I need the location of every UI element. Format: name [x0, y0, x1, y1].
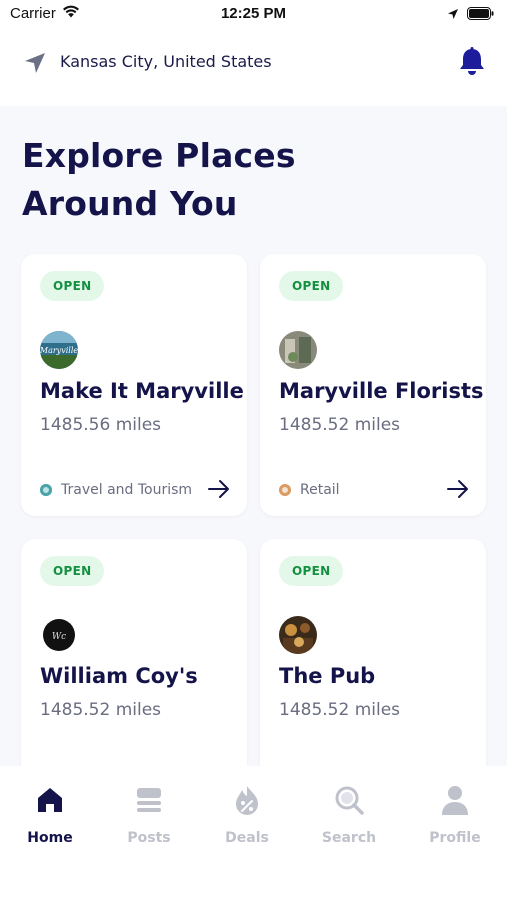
- place-card-make-it-maryville[interactable]: OPEN Maryville Make It Maryville 1485.56…: [21, 254, 247, 516]
- deals-icon: [197, 780, 297, 820]
- place-name: Maryville Florists: [279, 379, 484, 403]
- bottom-tab-bar: Home Posts Deals Search Profile: [0, 766, 507, 900]
- tab-label: Search: [321, 830, 377, 846]
- place-distance: 1485.56 miles: [40, 415, 162, 435]
- place-avatar: Wc: [43, 619, 75, 651]
- category-label: Travel and Tourism: [61, 482, 193, 498]
- navigation-arrow-icon[interactable]: [22, 50, 48, 80]
- arrow-right-icon[interactable]: [446, 478, 470, 504]
- place-avatar: Maryville: [40, 331, 78, 369]
- current-location[interactable]: Kansas City, United States: [60, 52, 272, 71]
- category-dot-icon: [279, 484, 291, 496]
- place-name: The Pub: [279, 664, 376, 688]
- place-name: William Coy's: [40, 664, 198, 688]
- tab-posts[interactable]: Posts: [99, 780, 199, 846]
- open-status-badge: OPEN: [279, 556, 344, 586]
- wifi-icon: [62, 5, 80, 22]
- place-category: Travel and Tourism: [40, 482, 192, 498]
- place-distance: 1485.52 miles: [40, 700, 162, 720]
- profile-icon: [405, 780, 505, 820]
- place-category: Retail: [279, 482, 340, 498]
- search-icon: [299, 780, 399, 820]
- tab-label: Home: [27, 830, 73, 846]
- location-arrow-icon: [447, 5, 459, 24]
- place-card-the-pub[interactable]: OPEN The Pub 1485.52 miles: [260, 539, 486, 766]
- svg-text:Maryville: Maryville: [40, 346, 78, 355]
- carrier-label: Carrier: [10, 5, 56, 22]
- category-dot-icon: [40, 484, 52, 496]
- notification-bell-icon[interactable]: [457, 46, 487, 82]
- place-name: Make It Maryville: [40, 379, 244, 403]
- place-avatar: [279, 616, 317, 654]
- status-left: Carrier: [10, 5, 80, 22]
- battery-icon: [467, 5, 495, 24]
- svg-text:Wc: Wc: [52, 632, 66, 642]
- posts-icon: [99, 780, 199, 820]
- open-status-badge: OPEN: [40, 271, 105, 301]
- place-avatar: [279, 331, 317, 369]
- location-header: Kansas City, United States: [0, 36, 507, 96]
- tab-label: Deals: [225, 830, 269, 846]
- status-bar: Carrier 12:25 PM: [0, 0, 507, 28]
- page-title-line-2: Around You: [22, 184, 238, 223]
- tab-home[interactable]: Home: [0, 780, 100, 846]
- explore-content: Explore Places Around You OPEN Maryville…: [0, 106, 507, 766]
- open-status-badge: OPEN: [279, 271, 344, 301]
- place-card-william-coys[interactable]: OPEN Wc William Coy's 1485.52 miles: [21, 539, 247, 766]
- tab-search[interactable]: Search: [299, 780, 399, 846]
- place-distance: 1485.52 miles: [279, 700, 401, 720]
- tab-label: Posts: [127, 830, 171, 846]
- open-status-badge: OPEN: [40, 556, 105, 586]
- page-title: Explore Places Around You: [22, 132, 296, 228]
- arrow-right-icon[interactable]: [207, 478, 231, 504]
- tab-deals[interactable]: Deals: [197, 780, 297, 846]
- place-distance: 1485.52 miles: [279, 415, 401, 435]
- status-right: [447, 5, 495, 24]
- home-icon: [0, 780, 100, 820]
- place-card-maryville-florists[interactable]: OPEN Maryville Florists 1485.52 miles Re…: [260, 254, 486, 516]
- category-label: Retail: [300, 482, 340, 498]
- tab-label: Profile: [429, 830, 481, 846]
- page-title-line-1: Explore Places: [22, 136, 296, 175]
- tab-profile[interactable]: Profile: [405, 780, 505, 846]
